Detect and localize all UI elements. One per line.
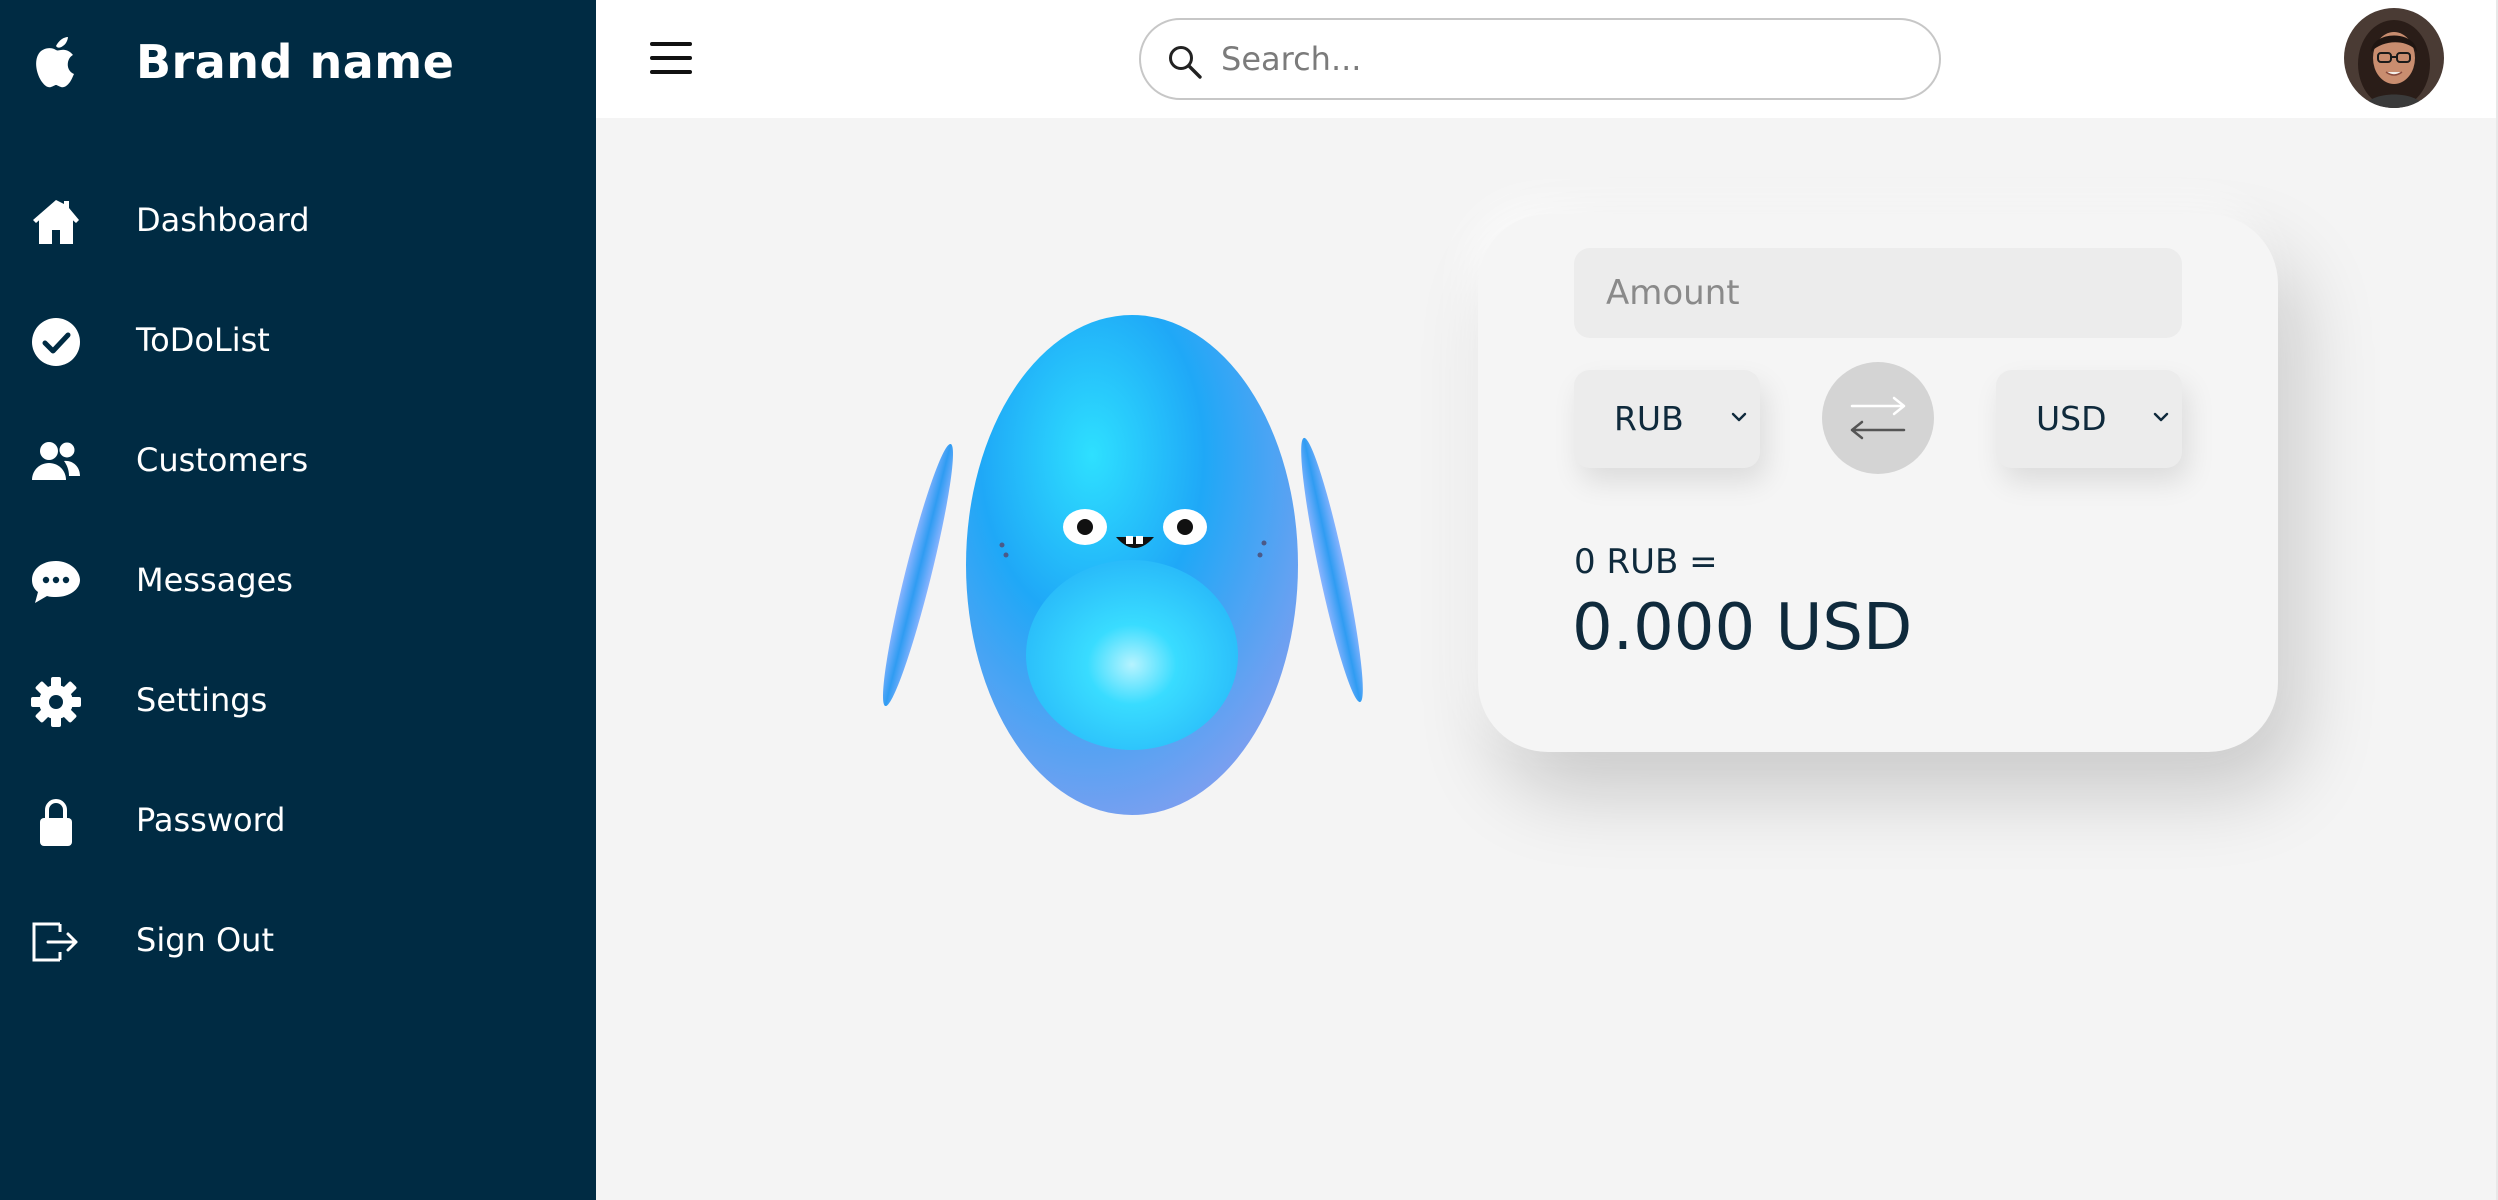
conversion-result-text: 0.000 USD <box>1572 591 1913 665</box>
brand[interactable]: Brand name <box>0 0 596 124</box>
sign-out-icon <box>30 916 82 968</box>
sidebar-item-dashboard[interactable]: Dashboard <box>0 170 596 270</box>
sidebar-item-customers[interactable]: Customers <box>0 410 596 510</box>
conversion-source-text: 0 RUB = <box>1574 542 1718 582</box>
swap-currencies-button[interactable] <box>1822 362 1934 474</box>
from-currency-select[interactable]: RUB <box>1574 370 1760 468</box>
mascot-illustration <box>880 305 1370 825</box>
chat-bubble-icon <box>30 556 82 608</box>
sidebar: Brand name Dashboard ToDoList Customers … <box>0 0 596 1200</box>
sidebar-item-label: Password <box>136 801 286 839</box>
avatar[interactable] <box>2344 8 2444 108</box>
users-icon <box>30 436 82 488</box>
home-icon <box>30 196 82 248</box>
sidebar-item-sign-out[interactable]: Sign Out <box>0 890 596 990</box>
sidebar-item-label: Settings <box>136 681 268 719</box>
search-bar[interactable] <box>1139 18 1941 100</box>
swap-arrows-icon <box>1850 396 1906 440</box>
sidebar-item-label: Sign Out <box>136 921 274 959</box>
amount-input[interactable] <box>1574 248 2182 338</box>
hamburger-menu-icon[interactable] <box>650 38 694 82</box>
sidebar-item-label: Dashboard <box>136 201 310 239</box>
brand-name: Brand name <box>136 35 455 89</box>
sidebar-item-password[interactable]: Password <box>0 770 596 870</box>
search-input[interactable] <box>1221 34 1901 84</box>
sidebar-item-label: Customers <box>136 441 309 479</box>
sidebar-item-label: ToDoList <box>136 321 270 359</box>
from-currency-value: RUB <box>1614 399 1684 438</box>
sidebar-item-todolist[interactable]: ToDoList <box>0 290 596 390</box>
search-icon <box>1167 44 1203 80</box>
sidebar-item-messages[interactable]: Messages <box>0 530 596 630</box>
sidebar-item-settings[interactable]: Settings <box>0 650 596 750</box>
chevron-down-icon <box>2150 406 2172 428</box>
top-bar <box>596 0 2498 118</box>
apple-logo-icon <box>32 30 80 90</box>
to-currency-value: USD <box>2036 399 2107 438</box>
currency-converter-card: RUB USD 0 RUB = 0.000 USD <box>1478 214 2278 752</box>
chevron-down-icon <box>1728 406 1750 428</box>
to-currency-select[interactable]: USD <box>1996 370 2182 468</box>
gear-icon <box>30 676 82 728</box>
sidebar-item-label: Messages <box>136 561 293 599</box>
lock-icon <box>30 796 82 848</box>
check-circle-icon <box>30 316 82 368</box>
